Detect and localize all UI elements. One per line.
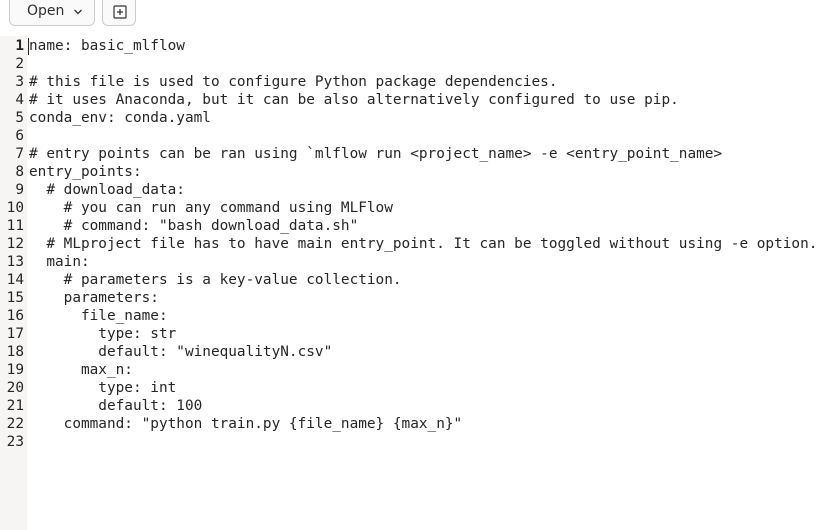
code-text: default: "winequalityN.csv" [29,344,333,360]
code-text: conda_env: conda.yaml [29,110,211,126]
code-line[interactable]: 21 default: 100 [0,397,835,415]
line-number: 8 [15,164,24,180]
code-line[interactable]: 17 type: str [0,325,835,343]
new-document-button[interactable] [102,0,136,26]
code-line[interactable]: 22 command: "python train.py {file_name}… [0,415,835,433]
code-line[interactable]: 5 conda_env: conda.yaml [0,109,835,127]
code-line[interactable]: 3 # this file is used to configure Python… [0,73,835,91]
code-text: name: basic_mlflow [29,38,185,54]
line-number: 1 [15,38,24,54]
line-number: 21 [6,398,24,414]
text-cursor [28,38,29,55]
line-number: 19 [6,362,24,378]
code-line[interactable]: 10 # you can run any command using MLFlo… [0,199,835,217]
code-text: default: 100 [29,398,203,414]
code-line[interactable]: 23 [0,433,835,451]
chevron-down-icon [74,9,82,15]
line-number: 3 [15,74,24,90]
code-line[interactable]: 11 # command: "bash download_data.sh" [0,217,835,235]
code-line[interactable]: 12 # MLproject file has to have main ent… [0,235,835,253]
code-line[interactable]: 7 # entry points can be ran using `mlflow… [0,145,835,163]
code-line[interactable]: 14 # parameters is a key-value collectio… [0,271,835,289]
code-text: # MLproject file has to have main entry_… [29,236,818,252]
code-line[interactable]: 18 default: "winequalityN.csv" [0,343,835,361]
line-number: 5 [15,110,24,126]
text-editor[interactable]: 1 name: basic_mlflow 2 3 # this file is used… [0,36,835,530]
line-number: 7 [15,146,24,162]
line-number: 23 [6,434,24,450]
open-button-label: Open [27,3,65,19]
code-line[interactable]: 6 [0,127,835,145]
code-text: # it uses Anaconda, but it can be also a… [29,92,679,108]
header-bar: Open [0,0,835,36]
line-number: 2 [15,56,24,72]
line-number: 20 [6,380,24,396]
line-number: 4 [15,92,24,108]
code-text: max_n: [29,362,133,378]
line-number: 9 [15,182,24,198]
line-number: 18 [6,344,24,360]
code-text: parameters: [29,290,159,306]
line-number: 22 [6,416,24,432]
code-text: command: "python train.py {file_name} {m… [29,416,463,432]
line-number: 10 [6,200,24,216]
code-text: # you can run any command using MLFlow [29,200,393,216]
code-text: # entry points can be ran using `mlflow … [29,146,723,162]
code-line[interactable]: 19 max_n: [0,361,835,379]
line-number: 12 [6,236,24,252]
line-number: 11 [6,218,24,234]
code-line[interactable]: 13 main: [0,253,835,271]
line-number: 13 [6,254,24,270]
code-text: # parameters is a key-value collection. [29,272,402,288]
line-number: 14 [6,272,24,288]
code-text: type: str [29,326,177,342]
line-number: 6 [15,128,24,144]
code-text: file_name: [29,308,168,324]
open-button[interactable]: Open [9,0,95,26]
code-line[interactable]: 9 # download_data: [0,181,835,199]
code-line[interactable]: 16 file_name: [0,307,835,325]
code-text: # command: "bash download_data.sh" [29,218,359,234]
code-line[interactable]: 20 type: int [0,379,835,397]
code-line[interactable]: 2 [0,55,835,73]
code-line[interactable]: 1 name: basic_mlflow [0,37,835,55]
code-line[interactable]: 8 entry_points: [0,163,835,181]
code-text: # this file is used to configure Python … [29,74,558,90]
code-text: # download_data: [29,182,185,198]
line-number: 17 [6,326,24,342]
line-number: 16 [6,308,24,324]
code-line[interactable]: 15 parameters: [0,289,835,307]
code-line[interactable]: 4 # it uses Anaconda, but it can be also … [0,91,835,109]
new-document-icon [113,5,127,19]
code-text: main: [29,254,90,270]
code-text: type: int [29,380,177,396]
code-text: entry_points: [29,164,142,180]
line-number: 15 [6,290,24,306]
